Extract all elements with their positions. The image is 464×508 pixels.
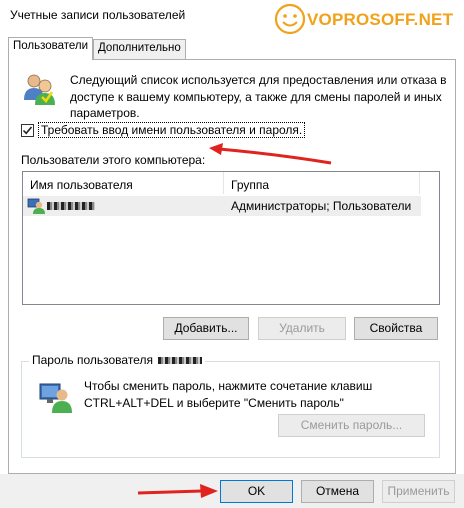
info-text: Следующий список используется для предос… (70, 73, 447, 120)
ok-button[interactable]: OK (220, 480, 293, 503)
username-redacted (47, 202, 95, 210)
window-title: Учетные записи пользователей (10, 8, 186, 22)
users-icon (24, 74, 55, 105)
checkmark-icon (22, 126, 33, 135)
change-password-text: Чтобы сменить пароль, нажмите сочетание … (84, 379, 373, 410)
row-group: Администраторы; Пользователи (231, 199, 412, 213)
listview-scroll-area (421, 172, 439, 304)
cancel-button[interactable]: Отмена (301, 480, 374, 503)
add-user-button[interactable]: Добавить... (163, 317, 249, 340)
watermark-text: VOPROSOFF.NET (307, 10, 454, 29)
apply-button[interactable]: Применить (382, 480, 455, 503)
column-header-username[interactable]: Имя пользователя (23, 172, 224, 194)
red-arrow-icon (209, 143, 332, 165)
red-arrow-ok-icon (137, 484, 218, 498)
password-group-label: Пароль пользователя (29, 353, 206, 367)
user-icon (27, 198, 45, 214)
password-user-redacted (158, 357, 203, 365)
table-row[interactable]: Администраторы; Пользователи (23, 196, 421, 216)
users-listview[interactable]: Имя пользователя Группа Администраторы; … (22, 171, 440, 305)
require-login-checkbox[interactable] (21, 124, 34, 137)
require-login-label[interactable]: Требовать ввод имени пользователя и паро… (38, 122, 306, 138)
users-list-label: Пользователи этого компьютера: (21, 153, 206, 167)
change-password-button[interactable]: Сменить пароль... (278, 414, 425, 437)
tab-advanced[interactable]: Дополнительно (93, 39, 186, 59)
password-group-title: Пароль пользователя (32, 353, 153, 367)
change-password-user-icon (39, 383, 72, 413)
column-header-group[interactable]: Группа (224, 172, 420, 194)
tab-users[interactable]: Пользователи (8, 37, 94, 60)
properties-button[interactable]: Свойства (354, 317, 438, 340)
remove-user-button[interactable]: Удалить (258, 317, 346, 340)
